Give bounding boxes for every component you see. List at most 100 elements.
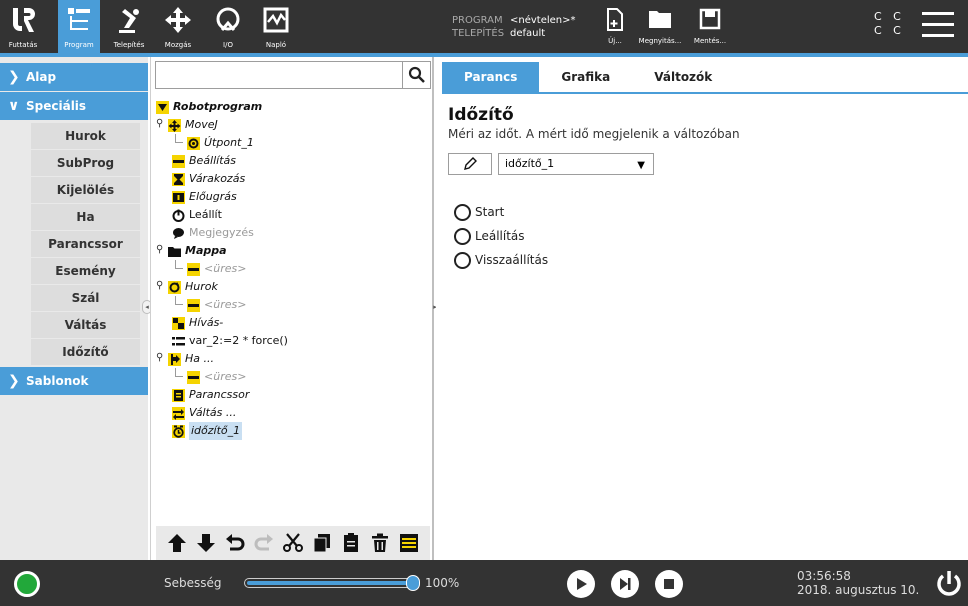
- tree-node-if[interactable]: Ha ...: [168, 350, 214, 368]
- tree-node-script[interactable]: Parancssor: [172, 386, 249, 404]
- power-icon[interactable]: [934, 569, 964, 599]
- redo-button[interactable]: [254, 532, 274, 554]
- sidebar-item-esemeny[interactable]: Esemény: [31, 258, 140, 284]
- new-file-icon: [596, 8, 634, 32]
- tree-node-folder[interactable]: Mappa: [168, 242, 227, 260]
- tab-variables[interactable]: Változók: [632, 62, 734, 92]
- delete-button[interactable]: [370, 532, 390, 554]
- sidebar-item-subprog[interactable]: SubProg: [31, 150, 140, 176]
- stop-icon: [664, 579, 674, 589]
- section-specialis-label: Speciális: [26, 99, 87, 113]
- tree-search: [155, 61, 431, 89]
- tree-node-empty[interactable]: <üres>: [187, 296, 246, 314]
- tree-node-comment[interactable]: Megjegyzés: [172, 224, 254, 242]
- tree-node-movej[interactable]: MoveJ: [168, 116, 218, 134]
- node-editor-panel: Parancs Grafika Változók Időzítő Méri az…: [436, 57, 968, 560]
- cc-row-1: C C: [874, 10, 905, 23]
- move-down-button[interactable]: [196, 532, 216, 554]
- edit-variable-button[interactable]: [448, 153, 492, 175]
- tree-node-assignment[interactable]: var_2:=2 * force(): [172, 332, 288, 350]
- stop-button[interactable]: [655, 570, 683, 598]
- program-info: PROGRAM <névtelen>* TELEPÍTÉS default: [452, 14, 576, 40]
- assignment-icon: [172, 336, 185, 345]
- section-sablonok[interactable]: ❯ Sablonok: [0, 367, 148, 395]
- robot-status-indicator[interactable]: [14, 571, 40, 597]
- nav-installation[interactable]: Telepítés: [108, 0, 150, 53]
- section-specialis[interactable]: ∨ Speciális: [0, 92, 148, 120]
- tree-node-empty[interactable]: <üres>: [187, 368, 246, 386]
- tree-node-halt[interactable]: Leállít: [172, 206, 222, 224]
- timer-icon: [172, 424, 185, 438]
- paste-button[interactable]: [341, 532, 361, 554]
- nav-run[interactable]: Futtatás: [0, 0, 46, 53]
- radio-reset-label: Visszaállítás: [475, 253, 549, 267]
- open-button[interactable]: Megnyitás...: [634, 6, 686, 50]
- new-button[interactable]: Új...: [596, 6, 634, 50]
- tree-search-input[interactable]: [160, 63, 400, 87]
- tree-node-loop[interactable]: Hurok: [168, 278, 218, 296]
- radio-circle: [454, 227, 471, 245]
- sidebar-item-kijeloles[interactable]: Kijelölés: [31, 177, 140, 203]
- play-button[interactable]: [567, 570, 595, 598]
- ur-logo-icon: [0, 5, 46, 35]
- tab-command[interactable]: Parancs: [442, 62, 540, 92]
- radio-reset[interactable]: Visszaállítás: [454, 251, 548, 269]
- install-name: default: [510, 28, 546, 39]
- tree-node-timer[interactable]: időzítő_1: [172, 422, 243, 440]
- tree-node-wait[interactable]: Várakozás: [172, 170, 245, 188]
- installation-icon: [108, 5, 150, 35]
- tree-node-robotprogram[interactable]: Robotprogram: [156, 98, 262, 116]
- copy-button[interactable]: [312, 532, 332, 554]
- tab-underline: [442, 92, 968, 94]
- suppress-button[interactable]: [399, 532, 419, 554]
- sidebar-item-valtas[interactable]: Váltás: [31, 312, 140, 338]
- radio-start[interactable]: Start: [454, 203, 504, 221]
- speed-slider-knob[interactable]: [406, 575, 420, 591]
- tree-node-call[interactable]: Hívás-: [172, 314, 223, 332]
- pencil-icon: [464, 157, 477, 170]
- log-icon: [254, 5, 298, 35]
- sidebar-item-parancssor[interactable]: Parancssor: [31, 231, 140, 257]
- chevron-right-icon: ❯: [8, 373, 20, 389]
- save-button[interactable]: Mentés...: [688, 6, 732, 50]
- arrow-up-icon: [167, 534, 186, 552]
- pin-icon: ⚲: [156, 118, 164, 129]
- sidebar-item-ha[interactable]: Ha: [31, 204, 140, 230]
- section-sablonok-label: Sablonok: [26, 374, 89, 388]
- sidebar-item-idozito[interactable]: Időzítő: [31, 339, 140, 365]
- tree-node-waypoint[interactable]: Útpont_1: [187, 134, 254, 152]
- pin-icon: ⚲: [156, 280, 164, 291]
- datetime: 03:56:58 2018. augusztus 10.: [797, 569, 919, 597]
- speed-slider[interactable]: [244, 575, 420, 591]
- program-name: <névtelen>*: [510, 15, 576, 26]
- loop-icon: [168, 280, 181, 294]
- undo-button[interactable]: [225, 532, 245, 554]
- tree-node-set[interactable]: Beállítás: [172, 152, 236, 170]
- radio-start-label: Start: [475, 205, 505, 219]
- step-button[interactable]: [611, 570, 639, 598]
- section-alap[interactable]: ❯ Alap: [0, 63, 148, 91]
- comment-icon: [173, 227, 184, 239]
- sidebar-item-szal[interactable]: Szál: [31, 285, 140, 311]
- speed-slider-fill: [247, 581, 413, 585]
- nav-log[interactable]: Napló: [254, 0, 298, 53]
- hamburger-menu-icon[interactable]: [922, 12, 954, 38]
- tree-node-empty[interactable]: <üres>: [187, 260, 246, 278]
- section-alap-label: Alap: [26, 70, 57, 84]
- editor-tabs: Parancs Grafika Változók: [442, 62, 734, 92]
- tree-node-popup[interactable]: Előugrás: [172, 188, 237, 206]
- move-up-button[interactable]: [167, 532, 187, 554]
- tree-node-switch[interactable]: Váltás ...: [172, 404, 236, 422]
- radio-circle: [454, 251, 471, 269]
- sidebar-item-hurok[interactable]: Hurok: [31, 123, 140, 149]
- radio-stop[interactable]: Leállítás: [454, 227, 525, 245]
- cut-button[interactable]: [282, 532, 303, 554]
- nav-program[interactable]: Program: [58, 0, 100, 53]
- nav-io[interactable]: I/O: [206, 0, 250, 53]
- tab-graphics[interactable]: Grafika: [539, 62, 632, 92]
- radio-stop-label: Leállítás: [475, 229, 525, 243]
- scissors-icon: [282, 533, 303, 552]
- variable-select[interactable]: időzítő_1 ▼: [498, 153, 654, 175]
- search-icon[interactable]: [402, 62, 430, 88]
- nav-move[interactable]: Mozgás: [156, 0, 200, 53]
